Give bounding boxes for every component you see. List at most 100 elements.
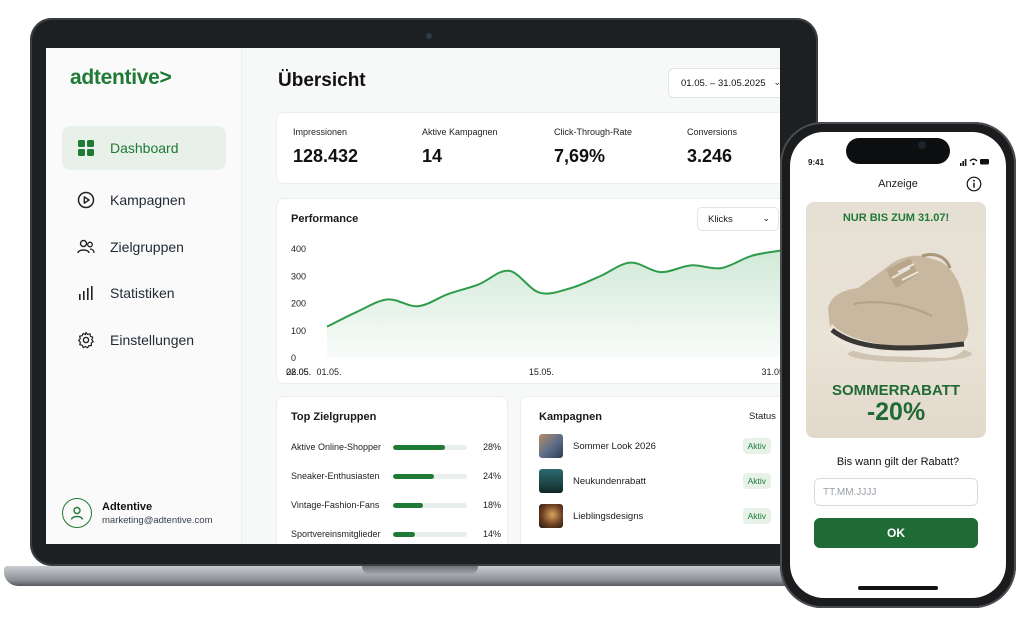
home-indicator [858, 586, 938, 590]
campaign-thumbnail [539, 434, 563, 458]
grid-icon [76, 138, 96, 158]
campaign-row[interactable]: Neukundenrabatt Aktiv [539, 468, 780, 494]
segment-bar-fill [393, 473, 434, 479]
play-circle-icon [76, 190, 96, 210]
campaign-name: Lieblingsdesigns [573, 510, 644, 522]
kpi-value: 14 [422, 146, 443, 166]
sidebar-item-label: Einstellungen [110, 332, 195, 348]
segment-name: Sneaker-Enthusiasten [291, 471, 380, 481]
sidebar-item-statistiken[interactable]: Statistiken [62, 271, 226, 315]
webcam [426, 33, 432, 39]
logo[interactable]: adtentive> [70, 66, 172, 90]
user-email: marketing@adtentive.com [102, 514, 213, 526]
segment-name: Sportvereinsmitglieder [291, 529, 381, 539]
question-text: Bis wann gilt der Rabatt? [836, 456, 960, 468]
user-name: Adtentive [102, 500, 153, 513]
segment-bar-fill [393, 444, 445, 450]
campaign-name: Neukundenrabatt [573, 475, 646, 487]
status-column-header: Status [749, 411, 776, 422]
segment-row: Sneaker-Enthusiasten 24% [291, 468, 501, 484]
campaign-row[interactable]: Lieblingsdesigns Aktiv [539, 503, 780, 529]
sidebar-item-einstellungen[interactable]: Einstellungen [62, 318, 226, 362]
campaign-thumbnail [539, 504, 563, 528]
kpi-label: Click-Through-Rate [554, 127, 633, 137]
sidebar-item-label: Zielgruppen [110, 239, 184, 255]
segment-percent: 24% [482, 471, 501, 481]
date-range-value: 01.05. – 31.05.2025 [681, 77, 766, 89]
ok-button[interactable]: OK [814, 518, 978, 548]
performance-card: Performance Klicks ⌄ 400 300 200 100 0 01.05.… [276, 198, 780, 384]
kpi-impressions: Impressionen 128.432 [293, 127, 358, 167]
performance-chart: 400300200100001.05.08.05. 15.05.22.05. 31.… [286, 244, 780, 377]
chevron-down-icon: ⌄ [773, 77, 780, 87]
segment-row: Sportvereinsmitglieder 14% [291, 526, 501, 542]
segment-bar-fill [393, 531, 416, 537]
x-tick-label: 22.05. [286, 367, 311, 377]
segment-percent: 28% [482, 442, 501, 452]
status-badge: Aktiv [742, 473, 771, 489]
performance-title: Performance [291, 213, 359, 225]
kpi-label: Conversions [687, 127, 738, 137]
campaigns-card: Kampagnen Status Sommer Look 2026 Aktiv … [520, 396, 780, 544]
info-icon[interactable] [966, 176, 982, 197]
promo-discount: -20% [866, 398, 926, 426]
kpi-conversions: Conversions 3.246 [687, 127, 737, 167]
campaign-name: Sommer Look 2026 [573, 440, 656, 452]
ad-banner[interactable]: NUR BIS ZUM 31.07! SOMMERRABATT -20% [806, 202, 986, 438]
segments-title: Top Zielgruppen [291, 411, 377, 423]
segment-bar-fill [393, 502, 423, 508]
performance-area [327, 250, 780, 358]
gear-icon [76, 330, 96, 350]
segment-bar-track [393, 531, 467, 537]
kpi-label: Aktive Kampagnen [422, 127, 498, 137]
kpi-value: 7,69% [554, 146, 606, 166]
status-time: 9:41 [808, 158, 825, 167]
campaigns-title: Kampagnen [539, 411, 602, 423]
ad-deadline-text: NUR BIS ZUM 31.07! [842, 212, 950, 224]
segment-name: Aktive Online-Shopper [291, 442, 382, 452]
user-icon [62, 498, 92, 528]
x-tick-label: 01.05. [316, 367, 341, 377]
date-input[interactable] [814, 478, 978, 506]
kpi-label: Impressionen [293, 127, 348, 137]
segment-bar-track [393, 444, 467, 450]
y-tick-label: 200 [291, 299, 306, 309]
dashboard-screen: adtentive> Dashboard Kampagnen Zielgrupp… [46, 48, 780, 544]
camera-dot [918, 141, 926, 149]
kpi-value: 128.432 [293, 146, 359, 166]
laptop-notch [362, 566, 478, 575]
dynamic-island [846, 138, 950, 164]
user-profile[interactable]: Adtentive marketing@adtentive.com [62, 498, 232, 528]
campaign-thumbnail [539, 469, 563, 493]
y-tick-label: 300 [291, 271, 306, 281]
sidebar-item-kampagnen[interactable]: Kampagnen [62, 178, 226, 222]
campaign-row[interactable]: Sommer Look 2026 Aktiv [539, 433, 780, 459]
kpi-active-campaigns: Aktive Kampagnen 14 [422, 127, 498, 167]
x-tick-label: 31.05. [761, 367, 780, 377]
page-title: Übersicht [278, 70, 366, 91]
users-icon [76, 237, 96, 257]
y-tick-label: 400 [291, 244, 306, 254]
y-tick-label: 0 [291, 353, 296, 363]
sidebar-item-label: Dashboard [110, 140, 179, 156]
phone-screen: 9:41 Anzeige NUR BIS ZUM 31.07! SOMMERRA… [790, 132, 1006, 598]
segments-card: Top Zielgruppen Aktive Online-Shopper 28%… [276, 396, 508, 544]
date-range-picker[interactable]: 01.05. – 31.05.2025 ⌄ [668, 68, 780, 98]
status-badge: Aktiv [742, 508, 771, 524]
sidebar-item-label: Kampagnen [110, 192, 186, 208]
segment-name: Vintage-Fashion-Fans [291, 500, 380, 510]
segment-percent: 14% [482, 529, 501, 539]
sidebar-item-dashboard[interactable]: Dashboard [62, 126, 226, 170]
promo-title: SOMMERRABATT [831, 382, 961, 399]
metric-select[interactable]: Klicks ⌄ [697, 207, 779, 231]
kpi-value: 3.246 [687, 146, 733, 166]
sneaker-image [828, 253, 972, 362]
segment-percent: 18% [482, 500, 501, 510]
chevron-down-icon: ⌄ [762, 213, 770, 223]
kpi-card: Impressionen 128.432 Aktive Kampagnen 14… [276, 112, 780, 184]
metric-select-value: Klicks [708, 213, 733, 225]
sidebar: adtentive> Dashboard Kampagnen Zielgrupp… [46, 48, 242, 544]
segment-bar-track [393, 502, 467, 508]
status-icons [960, 157, 990, 168]
sidebar-item-zielgruppen[interactable]: Zielgruppen [62, 225, 226, 269]
